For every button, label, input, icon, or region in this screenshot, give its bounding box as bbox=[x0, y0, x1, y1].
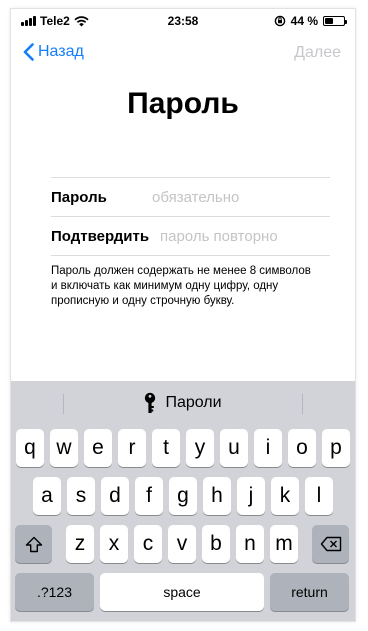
key[interactable]: i bbox=[254, 429, 282, 467]
battery-icon bbox=[323, 16, 347, 26]
key[interactable]: j bbox=[237, 477, 265, 515]
password-requirements: Пароль должен содержать не менее 8 симво… bbox=[51, 265, 311, 307]
passwords-suggestion-button[interactable]: Пароли bbox=[144, 392, 222, 414]
status-bar: Tele2 23:58 44 % bbox=[11, 9, 355, 31]
delete-key[interactable] bbox=[312, 525, 349, 563]
key[interactable]: n bbox=[236, 525, 264, 563]
key[interactable]: x bbox=[100, 525, 128, 563]
key[interactable]: k bbox=[271, 477, 299, 515]
key-row-1: q w e r t y u i o p bbox=[11, 429, 355, 467]
key[interactable]: h bbox=[203, 477, 231, 515]
key[interactable]: v bbox=[168, 525, 196, 563]
confirm-label: Подтвердить bbox=[51, 227, 150, 245]
key[interactable]: u bbox=[220, 429, 248, 467]
key[interactable]: b bbox=[202, 525, 230, 563]
key-row-2: a s d f g h j k l bbox=[11, 477, 355, 515]
space-key[interactable]: space bbox=[100, 573, 264, 611]
password-form: Пароль Подтвердить bbox=[51, 177, 355, 256]
key[interactable]: z bbox=[66, 525, 94, 563]
key-row-4: .?123 space return bbox=[11, 573, 355, 611]
shift-icon bbox=[25, 536, 42, 552]
suggestion-divider bbox=[302, 394, 303, 414]
password-row: Пароль bbox=[51, 178, 351, 217]
battery-percent: 44 % bbox=[290, 14, 318, 28]
shift-key[interactable] bbox=[15, 525, 52, 563]
phone-screen: Tele2 23:58 44 % Назад Далее Пароль Паро… bbox=[10, 8, 356, 622]
numbers-key[interactable]: .?123 bbox=[15, 573, 94, 611]
key[interactable]: m bbox=[270, 525, 298, 563]
password-input[interactable] bbox=[152, 188, 351, 206]
key[interactable]: w bbox=[50, 429, 78, 467]
key[interactable]: a bbox=[33, 477, 61, 515]
keyboard: Пароли q w e r t y u i o p a s d f g h j… bbox=[11, 381, 355, 621]
suggestion-divider bbox=[63, 394, 64, 414]
key[interactable]: g bbox=[169, 477, 197, 515]
confirm-password-input[interactable] bbox=[160, 227, 355, 245]
key-icon bbox=[145, 392, 156, 413]
key-row-3: z x c v b n m bbox=[11, 525, 355, 563]
password-label: Пароль bbox=[51, 188, 107, 206]
status-right: 44 % bbox=[274, 14, 347, 28]
key[interactable]: l bbox=[305, 477, 333, 515]
key[interactable]: f bbox=[135, 477, 163, 515]
key[interactable]: e bbox=[84, 429, 112, 467]
back-label: Назад bbox=[38, 43, 84, 60]
key[interactable]: s bbox=[67, 477, 95, 515]
key[interactable]: t bbox=[152, 429, 180, 467]
lock-rotation-icon bbox=[274, 15, 285, 27]
key[interactable]: r bbox=[118, 429, 146, 467]
key[interactable]: o bbox=[288, 429, 316, 467]
key[interactable]: d bbox=[101, 477, 129, 515]
keyboard-suggestion-bar: Пароли bbox=[11, 381, 355, 425]
back-button[interactable]: Назад bbox=[23, 43, 84, 61]
page-title: Пароль bbox=[127, 87, 239, 120]
next-button[interactable]: Далее bbox=[294, 44, 341, 62]
delete-icon bbox=[320, 536, 341, 552]
nav-bar: Назад Далее bbox=[11, 39, 355, 69]
passwords-suggestion-label: Пароли bbox=[165, 394, 222, 411]
battery-level bbox=[325, 18, 333, 24]
back-chevron-icon bbox=[23, 43, 34, 61]
key[interactable]: y bbox=[186, 429, 214, 467]
key[interactable]: c bbox=[134, 525, 162, 563]
confirm-row: Подтвердить bbox=[51, 217, 355, 256]
return-key[interactable]: return bbox=[270, 573, 349, 611]
key[interactable]: p bbox=[322, 429, 350, 467]
key[interactable]: q bbox=[16, 429, 44, 467]
